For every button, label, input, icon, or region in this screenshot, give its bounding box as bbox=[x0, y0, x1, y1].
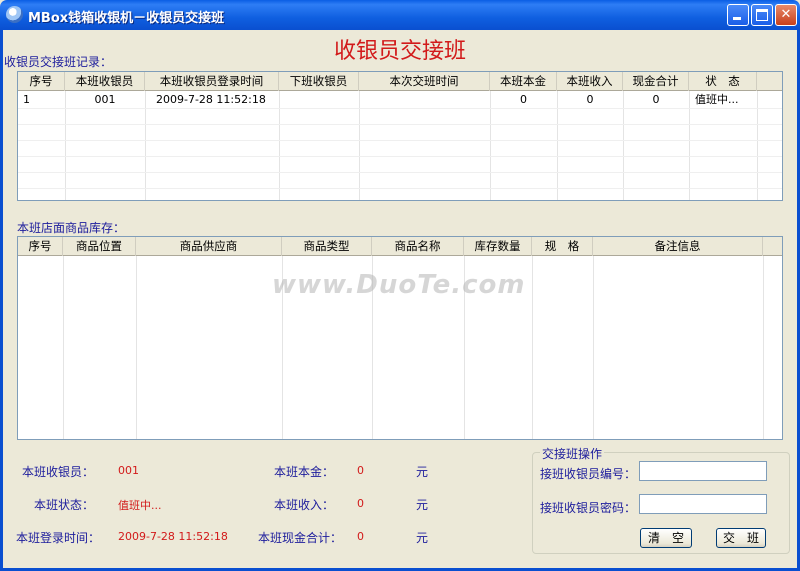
page-title: 收银员交接班 bbox=[333, 39, 466, 64]
row-principal: 0 bbox=[520, 93, 527, 106]
row-income: 0 bbox=[586, 93, 594, 106]
col-header[interactable]: 规 格 bbox=[532, 237, 593, 256]
handover-group-title: 交接班操作 bbox=[540, 445, 605, 462]
inventory-label: 本班店面商品库存： bbox=[17, 221, 126, 235]
row-handover-time bbox=[359, 92, 490, 107]
col-header-filler bbox=[763, 237, 782, 256]
col-header[interactable]: 备注信息 bbox=[593, 237, 763, 256]
next-cashier-id-input[interactable] bbox=[639, 461, 767, 481]
shift-records-label: 收银员交接班记录： bbox=[4, 55, 113, 69]
minimize-icon bbox=[733, 17, 741, 20]
col-header[interactable]: 序号 bbox=[18, 237, 63, 256]
shift-records-table[interactable]: 序号 本班收银员 本班收银员登录时间 下班收银员 本次交班时间 本班本金 本班收… bbox=[17, 71, 783, 201]
col-header[interactable]: 本次交班时间 bbox=[359, 72, 490, 91]
close-icon: ✕ bbox=[780, 7, 792, 22]
app-icon bbox=[6, 6, 23, 23]
principal-label: 本班本金： bbox=[274, 465, 335, 479]
col-header[interactable]: 库存数量 bbox=[464, 237, 532, 256]
col-header[interactable]: 本班收入 bbox=[557, 72, 623, 91]
window-title: MBox钱箱收银机－收银员交接班 bbox=[28, 11, 225, 26]
next-cashier-password-input[interactable] bbox=[639, 494, 767, 514]
maximize-icon bbox=[756, 9, 768, 21]
principal-unit: 元 bbox=[416, 465, 429, 479]
col-header[interactable]: 商品名称 bbox=[372, 237, 464, 256]
col-header[interactable]: 本班本金 bbox=[490, 72, 557, 91]
col-header-filler bbox=[757, 72, 782, 91]
close-button[interactable]: ✕ bbox=[775, 4, 797, 26]
login-time-value: 2009-7-28 11:52:18 bbox=[118, 530, 228, 543]
row-cash-total: 0 bbox=[652, 93, 660, 106]
row-status: 值班中... bbox=[695, 93, 739, 106]
cashier-value: 001 bbox=[118, 464, 139, 477]
col-header[interactable]: 现金合计 bbox=[623, 72, 689, 91]
watermark-logo: www.DuoTe.com bbox=[272, 270, 526, 300]
col-header[interactable]: 商品类型 bbox=[282, 237, 372, 256]
col-header[interactable]: 商品供应商 bbox=[136, 237, 282, 256]
row-no: 1 bbox=[23, 93, 30, 106]
maximize-button[interactable] bbox=[751, 4, 773, 26]
next-cashier-password-label: 接班收银员密码： bbox=[540, 501, 637, 515]
principal-value: 0 bbox=[357, 464, 364, 477]
handover-button[interactable]: 交 班 bbox=[716, 528, 766, 548]
inventory-table[interactable]: 序号 商品位置 商品供应商 商品类型 商品名称 库存数量 规 格 备注信息 bbox=[17, 236, 783, 440]
cash-total-value: 0 bbox=[357, 530, 364, 543]
shift-records-header: 序号 本班收银员 本班收银员登录时间 下班收银员 本次交班时间 本班本金 本班收… bbox=[18, 72, 782, 91]
col-header[interactable]: 状 态 bbox=[689, 72, 757, 91]
title-bar[interactable]: MBox钱箱收银机－收银员交接班 ✕ bbox=[0, 0, 800, 30]
row-next-cashier bbox=[279, 92, 359, 107]
income-value: 0 bbox=[357, 497, 364, 510]
col-header[interactable]: 序号 bbox=[18, 72, 65, 91]
minimize-button[interactable] bbox=[727, 4, 749, 26]
status-label: 本班状态： bbox=[34, 498, 95, 512]
col-header[interactable]: 下班收银员 bbox=[279, 72, 359, 91]
login-time-label: 本班登录时间： bbox=[16, 531, 101, 545]
col-header[interactable]: 商品位置 bbox=[63, 237, 136, 256]
row-cashier: 001 bbox=[94, 93, 116, 106]
col-header[interactable]: 本班收银员 bbox=[65, 72, 145, 91]
row-login-time: 2009-7-28 11:52:18 bbox=[156, 93, 266, 106]
income-unit: 元 bbox=[416, 498, 429, 512]
next-cashier-id-label: 接班收银员编号： bbox=[540, 467, 637, 481]
cash-total-label: 本班现金合计： bbox=[258, 531, 343, 545]
status-value: 值班中... bbox=[118, 499, 162, 512]
cash-total-unit: 元 bbox=[416, 531, 429, 545]
clear-button[interactable]: 清 空 bbox=[640, 528, 692, 548]
cashier-label: 本班收银员： bbox=[22, 465, 95, 479]
col-header[interactable]: 本班收银员登录时间 bbox=[145, 72, 279, 91]
inventory-header: 序号 商品位置 商品供应商 商品类型 商品名称 库存数量 规 格 备注信息 bbox=[18, 237, 782, 256]
income-label: 本班收入： bbox=[274, 498, 335, 512]
